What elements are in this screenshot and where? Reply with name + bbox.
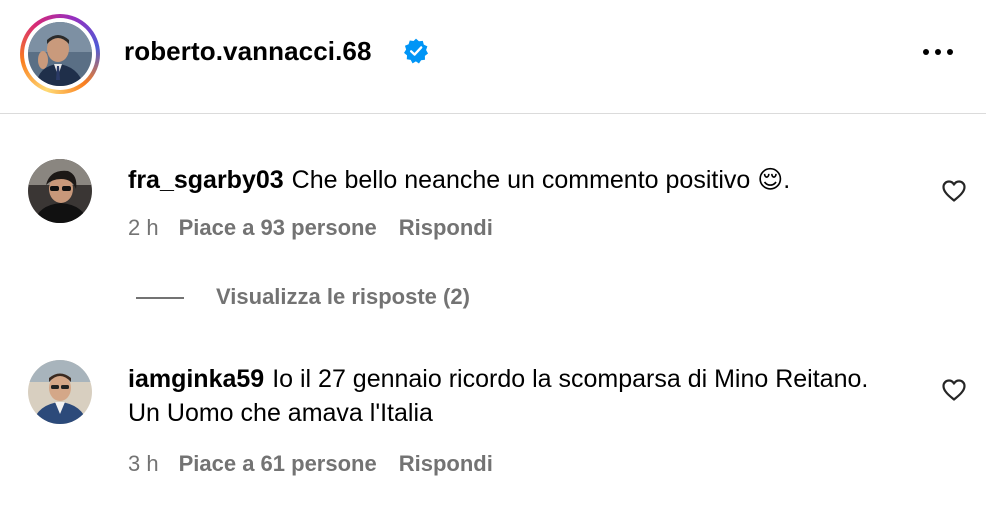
comment-body: fra_sgarby03 Che bello neanche un comment… (128, 163, 888, 197)
more-options-icon[interactable] (920, 40, 956, 64)
comment-meta: 2 h Piace a 93 persone Rispondi (128, 215, 493, 241)
comment-text: Che bello neanche un commento positivo 😌… (291, 166, 791, 194)
profile-avatar[interactable] (20, 14, 100, 94)
comment-avatar[interactable] (28, 159, 92, 223)
comment-body: iamginka59 Io il 27 gennaio ricordo la sc… (128, 362, 888, 430)
like-heart-icon[interactable] (941, 378, 967, 402)
comment-meta: 3 h Piace a 61 persone Rispondi (128, 451, 493, 477)
verified-badge-icon (404, 38, 429, 64)
comment-likes[interactable]: Piace a 93 persone (179, 215, 377, 241)
replies-line (136, 297, 184, 300)
like-heart-icon[interactable] (941, 179, 967, 203)
comment-time[interactable]: 2 h (128, 215, 159, 241)
header-divider (0, 113, 986, 114)
comment-author[interactable]: iamginka59 (128, 365, 264, 393)
reply-button[interactable]: Rispondi (399, 451, 493, 477)
comment-author[interactable]: fra_sgarby03 (128, 166, 284, 194)
reply-button[interactable]: Rispondi (399, 215, 493, 241)
post-header: roberto.vannacci.68 (0, 0, 986, 112)
profile-username[interactable]: roberto.vannacci.68 (124, 36, 372, 67)
view-replies-label: Visualizza le risposte (2) (216, 284, 470, 309)
comment-avatar[interactable] (28, 360, 92, 424)
view-replies-button[interactable]: Visualizza le risposte (2) (136, 284, 470, 310)
comment-time[interactable]: 3 h (128, 451, 159, 477)
comment-likes[interactable]: Piace a 61 persone (179, 451, 377, 477)
